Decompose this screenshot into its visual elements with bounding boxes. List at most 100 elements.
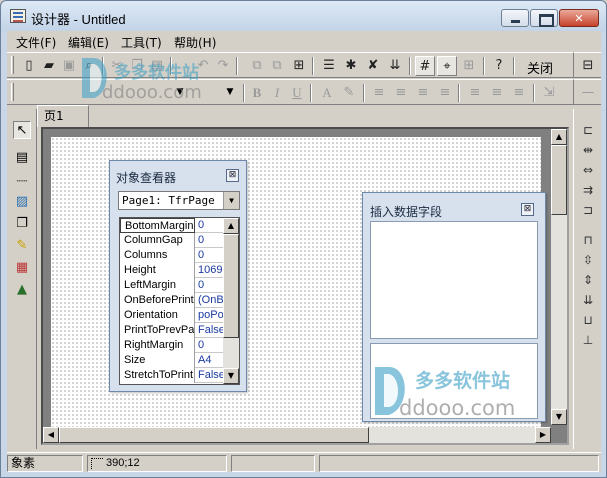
underline-button[interactable]: U xyxy=(287,83,307,103)
new-icon[interactable]: ▯ xyxy=(19,56,39,76)
property-value[interactable]: 1069 xyxy=(196,263,223,278)
scroll-right-icon[interactable]: ▶ xyxy=(535,427,551,443)
space-horizontally-icon[interactable]: ⇉ xyxy=(579,181,597,199)
maximize-button[interactable] xyxy=(530,9,558,27)
dataset-list[interactable] xyxy=(370,221,538,339)
chevron-down-icon[interactable]: ▼ xyxy=(223,192,239,209)
help-icon[interactable]: ? xyxy=(489,56,509,76)
frame-icon[interactable]: — xyxy=(578,83,598,103)
insert-band-icon[interactable]: ☰ xyxy=(319,56,339,76)
shape-object-icon[interactable]: ▲ xyxy=(13,281,31,299)
property-row[interactable]: BottomMargin 0 xyxy=(120,218,223,233)
send-back-icon[interactable]: ⧉ xyxy=(267,56,287,76)
align-left-icon[interactable]: ≡ xyxy=(369,83,389,103)
toolbar-grip[interactable] xyxy=(11,83,14,101)
scroll-down-icon[interactable]: ▼ xyxy=(551,409,567,425)
grid-icon[interactable]: # xyxy=(415,56,435,76)
property-value[interactable]: (OnB xyxy=(196,293,223,308)
align-to-grid-icon[interactable]: ⊥ xyxy=(579,331,597,349)
title-bar[interactable]: 设计器 - Untitled ✕ xyxy=(1,1,606,31)
horizontal-scrollbar[interactable]: ◀ ▶ xyxy=(43,427,551,443)
scroll-up-icon[interactable]: ▲ xyxy=(551,129,567,145)
close-icon[interactable]: ⊠ xyxy=(521,203,534,216)
justify-icon[interactable]: ≡ xyxy=(435,83,455,103)
property-value[interactable]: False xyxy=(196,368,223,383)
property-grid-scrollbar[interactable]: ▲ ▼ xyxy=(223,218,239,384)
property-row[interactable]: ColumnGap 0 xyxy=(120,233,223,248)
align-bottom-edges-icon[interactable]: ⊔ xyxy=(579,311,597,329)
scroll-down-icon[interactable]: ▼ xyxy=(223,368,239,384)
horizontal-scroll-thumb[interactable] xyxy=(59,427,369,443)
valign-top-icon[interactable]: ≡ xyxy=(465,83,485,103)
property-row[interactable]: OnBeforePrint (OnB xyxy=(120,293,223,308)
align-top-edges-icon[interactable]: ⊓ xyxy=(579,231,597,249)
close-button[interactable]: ✕ xyxy=(559,9,599,27)
minimize-button[interactable] xyxy=(501,9,529,27)
open-icon[interactable]: ▰ xyxy=(39,56,59,76)
property-value[interactable]: 0 xyxy=(196,338,223,353)
group-icon[interactable]: ⊞ xyxy=(289,56,309,76)
font-color-button[interactable]: A xyxy=(317,83,337,103)
property-row[interactable]: Orientation poPo xyxy=(120,308,223,323)
property-value[interactable]: 0 xyxy=(196,233,223,248)
center-horizontally-icon[interactable]: ⇔ xyxy=(579,161,597,179)
align-right-icon[interactable]: ≡ xyxy=(413,83,433,103)
save-icon[interactable]: ▣ xyxy=(59,56,79,76)
property-value[interactable]: False xyxy=(196,323,223,338)
property-row[interactable]: StretchToPrint False xyxy=(120,368,223,383)
italic-button[interactable]: I xyxy=(267,83,287,103)
close-designer-button[interactable]: 关闭 xyxy=(527,58,553,77)
menu-file[interactable]: 文件(F) xyxy=(16,34,56,51)
page-settings-icon[interactable]: ⇊ xyxy=(385,56,405,76)
property-value[interactable]: poPo xyxy=(196,308,223,323)
property-scroll-thumb[interactable] xyxy=(223,234,239,338)
space-vertically-icon[interactable]: ⇊ xyxy=(579,291,597,309)
menu-help[interactable]: 帮助(H) xyxy=(174,34,216,51)
text-object-icon[interactable]: ▤ xyxy=(13,149,31,167)
menu-tools[interactable]: 工具(T) xyxy=(121,34,162,51)
highlight-icon[interactable]: ✎ xyxy=(339,83,359,103)
pencil-icon[interactable]: ✎ xyxy=(13,237,31,255)
bring-front-icon[interactable]: ⧉ xyxy=(247,56,267,76)
align-left-edges-icon[interactable]: ⊏ xyxy=(579,121,597,139)
vertical-scrollbar[interactable]: ▲ ▼ xyxy=(551,129,567,425)
valign-middle-icon[interactable]: ≡ xyxy=(487,83,507,103)
memo-object-icon[interactable]: ▦ xyxy=(13,259,31,277)
close-icon[interactable]: ⊠ xyxy=(226,169,239,182)
property-value[interactable]: A4 xyxy=(196,353,223,368)
toolbar-grip[interactable] xyxy=(11,56,14,74)
center-vertically-icon[interactable]: ⇕ xyxy=(579,271,597,289)
property-row[interactable]: Size A4 xyxy=(120,353,223,368)
subreport-icon[interactable]: ❐ xyxy=(13,215,31,233)
property-value[interactable]: 0 xyxy=(196,278,223,293)
snap-to-grid-icon[interactable]: ⌖ xyxy=(437,56,457,76)
vertical-scroll-thumb[interactable] xyxy=(551,145,567,215)
menu-edit[interactable]: 编辑(E) xyxy=(68,34,109,51)
property-row[interactable]: PrintToPrevPa False xyxy=(120,323,223,338)
pointer-icon[interactable]: ↖ xyxy=(13,121,31,139)
align-grid-icon[interactable]: ⊞ xyxy=(459,56,479,76)
align-vertical-centers-icon[interactable]: ⇳ xyxy=(579,251,597,269)
property-row[interactable]: LeftMargin 0 xyxy=(120,278,223,293)
redo-icon[interactable]: ↷ xyxy=(213,56,233,76)
property-row[interactable]: Columns 0 xyxy=(120,248,223,263)
delete-page-icon[interactable]: ✘ xyxy=(363,56,383,76)
side-panel-icon[interactable]: ⊟ xyxy=(578,56,598,76)
valign-bottom-icon[interactable]: ≡ xyxy=(509,83,529,103)
property-value[interactable]: 0 xyxy=(196,248,223,263)
property-value[interactable]: 0 xyxy=(196,218,223,233)
align-horizontal-centers-icon[interactable]: ⇹ xyxy=(579,141,597,159)
scroll-left-icon[interactable]: ◀ xyxy=(43,427,59,443)
picture-object-icon[interactable]: ▨ xyxy=(13,193,31,211)
align-center-icon[interactable]: ≡ xyxy=(391,83,411,103)
property-row[interactable]: Height 1069 xyxy=(120,263,223,278)
property-row[interactable]: RightMargin 0 xyxy=(120,338,223,353)
align-right-edges-icon[interactable]: ⊐ xyxy=(579,201,597,219)
insert-page-icon[interactable]: ✱ xyxy=(341,56,361,76)
tab-page1[interactable]: 页1 xyxy=(37,105,89,127)
scroll-up-icon[interactable]: ▲ xyxy=(223,218,239,234)
bold-button[interactable]: B xyxy=(247,83,267,103)
object-selector[interactable]: Page1: TfrPage ▼ xyxy=(118,191,240,210)
rotate-text-icon[interactable]: ⇲ xyxy=(539,83,559,103)
chevron-down-icon[interactable]: ▼ xyxy=(223,84,237,100)
